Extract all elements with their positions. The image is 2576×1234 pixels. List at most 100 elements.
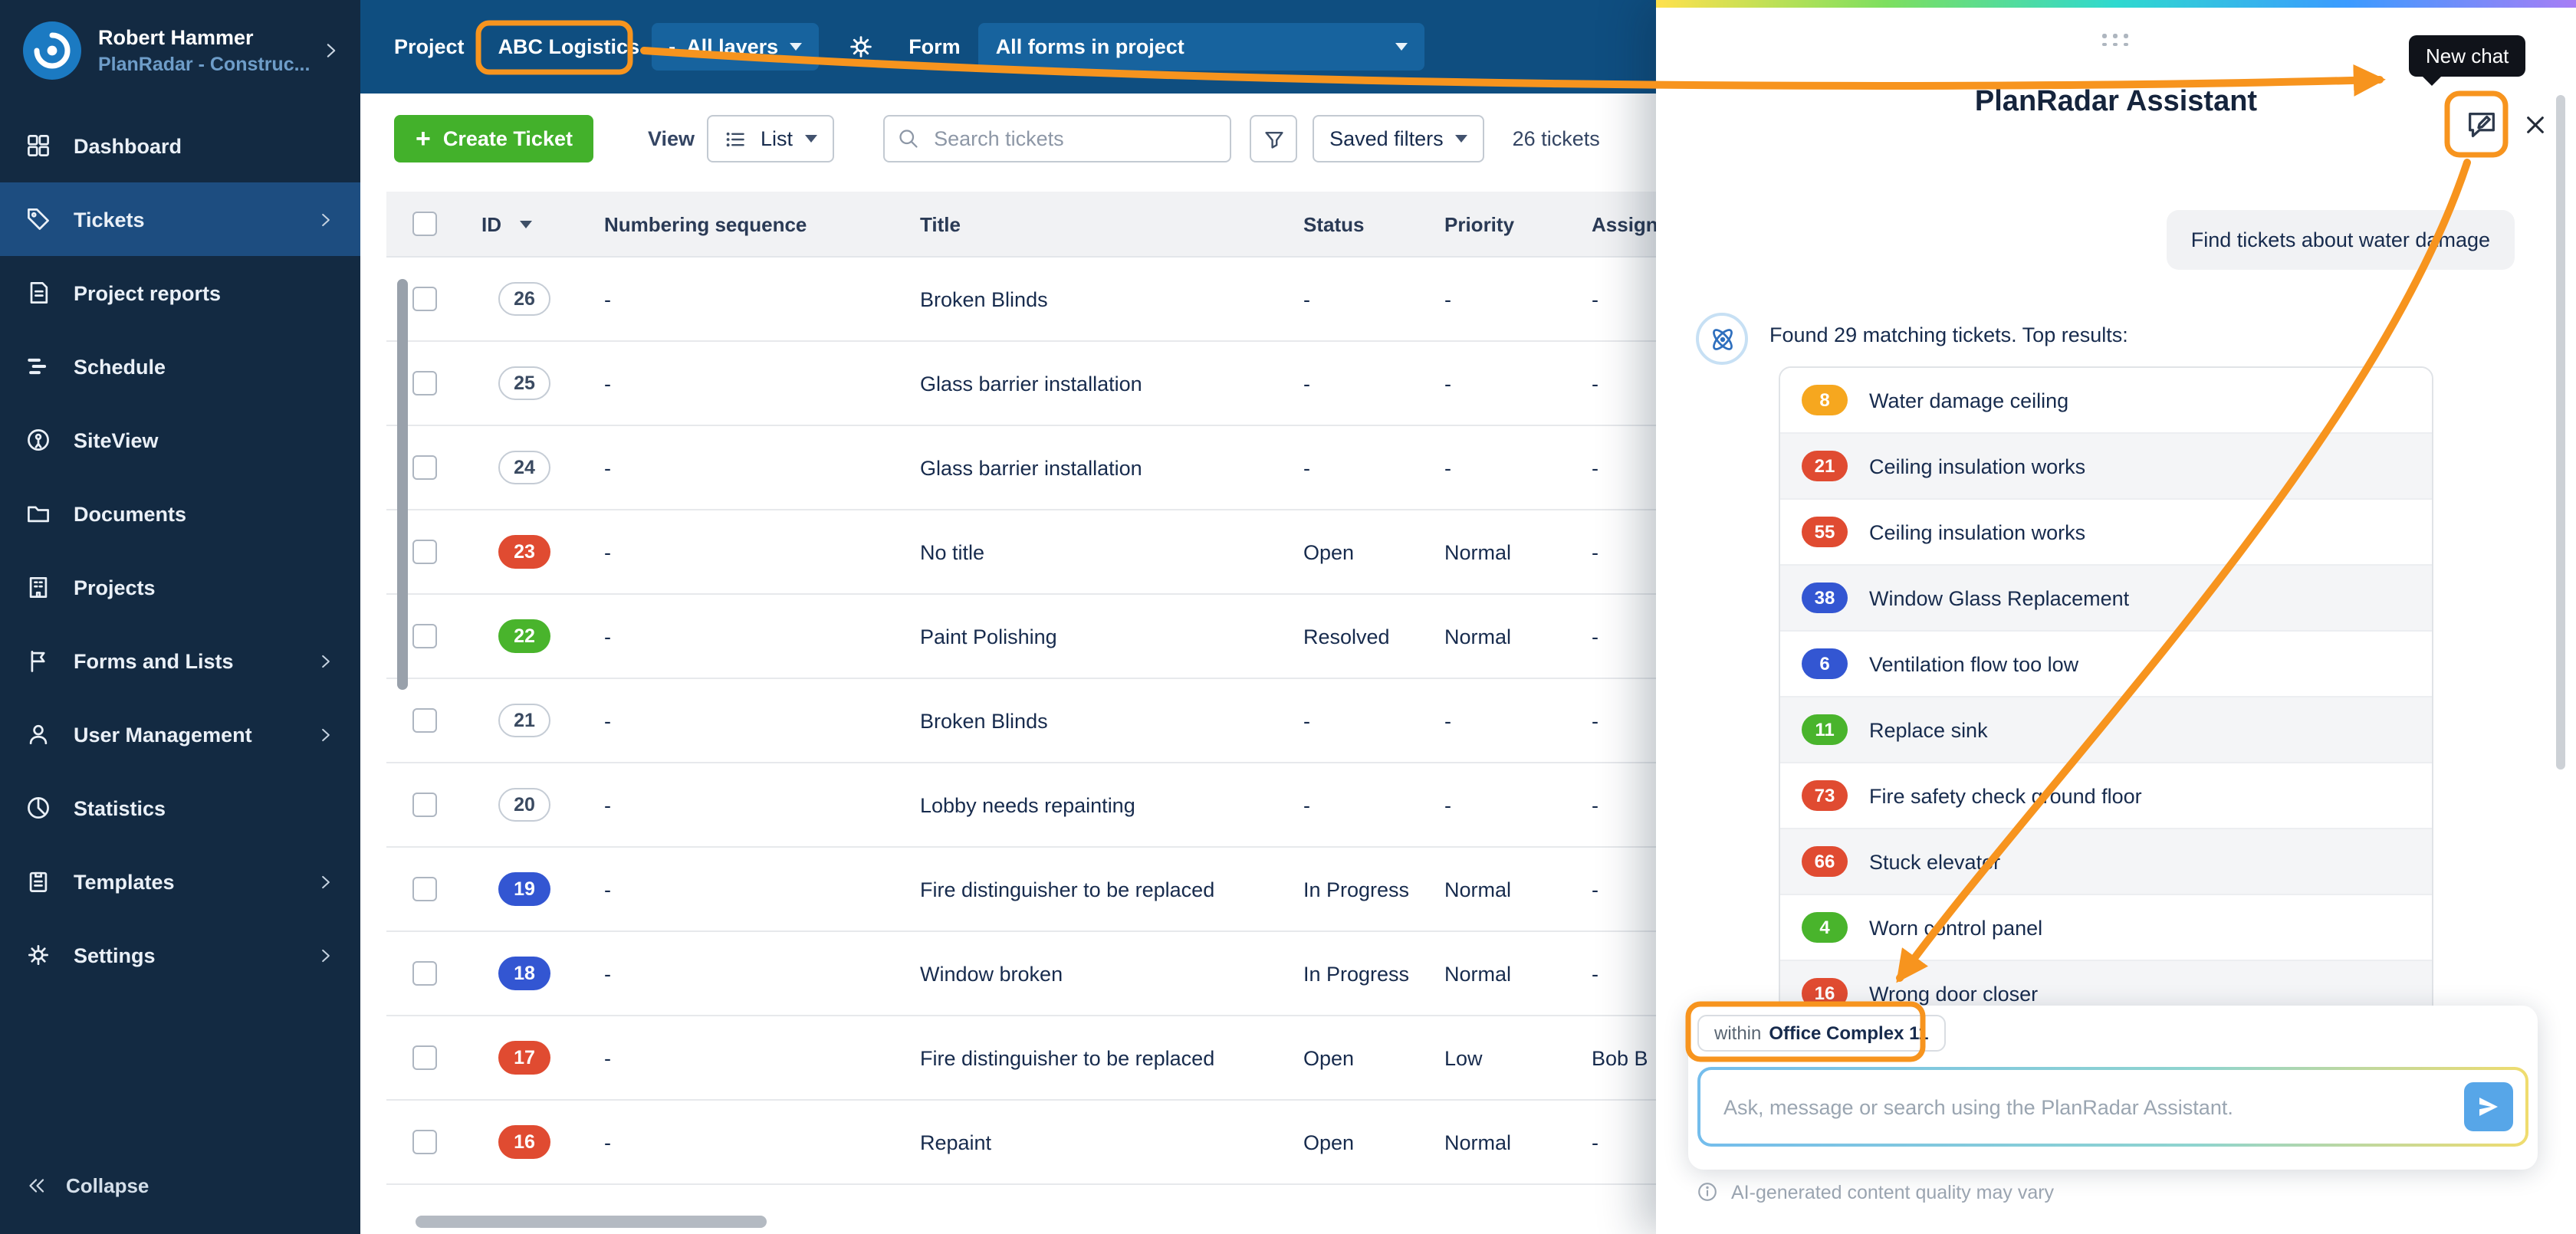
- sidebar-item-documents[interactable]: Documents: [0, 477, 360, 550]
- sidebar-item-project-reports[interactable]: Project reports: [0, 256, 360, 330]
- new-chat-button[interactable]: [2458, 101, 2504, 147]
- row-checkbox[interactable]: [412, 371, 437, 395]
- layers-value: All layers: [686, 35, 779, 58]
- sidebar-item-siteview[interactable]: SiteView: [0, 403, 360, 477]
- create-ticket-button[interactable]: + Create Ticket: [394, 115, 594, 162]
- ticket-count: 26 tickets: [1512, 127, 1600, 150]
- status-cell: In Progress: [1303, 962, 1410, 985]
- result-item[interactable]: 11 Replace sink: [1780, 697, 2432, 763]
- assistant-input-box: [1700, 1070, 2525, 1144]
- numbering-cell: -: [604, 709, 611, 732]
- sidebar-collapse-button[interactable]: Collapse: [0, 1151, 173, 1219]
- row-checkbox[interactable]: [412, 793, 437, 817]
- sidebar-item-statistics[interactable]: Statistics: [0, 771, 360, 845]
- assistant-input[interactable]: [1720, 1094, 2452, 1120]
- numbering-cell: -: [604, 878, 611, 901]
- result-item[interactable]: 38 Window Glass Replacement: [1780, 566, 2432, 632]
- project-label: Project: [394, 35, 465, 58]
- ticket-id-badge: 19: [498, 872, 550, 906]
- form-dropdown[interactable]: All forms in project: [978, 23, 1425, 71]
- result-item[interactable]: 73 Fire safety check ground floor: [1780, 763, 2432, 829]
- assistant-footer: AI-generated content quality may vary: [1696, 1180, 2054, 1203]
- row-checkbox[interactable]: [412, 877, 437, 901]
- result-item[interactable]: 8 Water damage ceiling: [1780, 368, 2432, 434]
- saved-filters-dropdown[interactable]: Saved filters: [1313, 115, 1485, 162]
- send-button[interactable]: [2464, 1082, 2513, 1131]
- numbering-cell: -: [604, 540, 611, 563]
- result-item[interactable]: 55 Ceiling insulation works: [1780, 500, 2432, 566]
- title-cell: Glass barrier installation: [920, 372, 1142, 395]
- row-checkbox[interactable]: [412, 455, 437, 480]
- assistant-results-list: 8 Water damage ceiling 21 Ceiling insulati…: [1779, 366, 2433, 1026]
- result-id-badge: 73: [1802, 780, 1848, 811]
- chevron-right-icon: [322, 875, 330, 888]
- project-selector[interactable]: ABC Logistics: [486, 25, 652, 69]
- ticket-id-badge: 26: [498, 282, 550, 316]
- select-all-checkbox[interactable]: [412, 212, 437, 236]
- title-cell: Window broken: [920, 962, 1063, 985]
- user-name: Robert Hammer: [98, 26, 254, 49]
- column-header-numbering[interactable]: Numbering sequence: [586, 212, 902, 235]
- gear-icon: [849, 36, 871, 57]
- result-item[interactable]: 21 Ceiling insulation works: [1780, 434, 2432, 500]
- row-checkbox[interactable]: [412, 1130, 437, 1154]
- column-header-priority[interactable]: Priority: [1426, 212, 1573, 235]
- sidebar-item-dashboard[interactable]: Dashboard: [0, 109, 360, 182]
- result-id-badge: 6: [1802, 648, 1848, 679]
- sidebar-item-user-management[interactable]: User Management: [0, 697, 360, 771]
- sidebar-item-tickets[interactable]: Tickets: [0, 182, 360, 256]
- main-vertical-scrollbar[interactable]: [397, 279, 408, 690]
- context-filter-chip[interactable]: within Office Complex 11: [1697, 1015, 1946, 1052]
- title-cell: No title: [920, 540, 985, 563]
- layers-dropdown[interactable]: - All layers: [652, 23, 819, 71]
- workspace-name: PlanRadar - Construc...: [98, 54, 310, 75]
- result-id-badge: 55: [1802, 517, 1848, 547]
- status-cell: -: [1303, 372, 1310, 395]
- search-icon: [899, 130, 918, 148]
- id-header-label: ID: [481, 212, 501, 235]
- main-horizontal-scrollbar[interactable]: [416, 1216, 767, 1228]
- panel-scrollbar[interactable]: [2556, 95, 2565, 770]
- row-checkbox[interactable]: [412, 540, 437, 564]
- panel-drag-handle[interactable]: [2102, 34, 2130, 46]
- sidebar-item-forms-and-lists[interactable]: Forms and Lists: [0, 624, 360, 697]
- title-cell: Broken Blinds: [920, 287, 1048, 310]
- ticket-id-badge: 16: [498, 1125, 550, 1159]
- chip-prefix: within: [1714, 1022, 1762, 1044]
- close-panel-button[interactable]: [2515, 104, 2555, 144]
- priority-cell: -: [1444, 456, 1451, 479]
- sidebar-item-projects[interactable]: Projects: [0, 550, 360, 624]
- column-header-id[interactable]: ID: [463, 212, 586, 235]
- row-checkbox[interactable]: [412, 708, 437, 733]
- filter-button[interactable]: [1250, 115, 1298, 162]
- numbering-cell: -: [604, 1046, 611, 1069]
- numbering-cell: -: [604, 1131, 611, 1154]
- assistant-input-card: within Office Complex 11: [1688, 1006, 2538, 1170]
- status-cell: Open: [1303, 1046, 1355, 1069]
- result-item[interactable]: 4 Worn control panel: [1780, 895, 2432, 961]
- result-item[interactable]: 6 Ventilation flow too low: [1780, 632, 2432, 697]
- view-mode-dropdown[interactable]: List: [707, 115, 835, 162]
- account-switcher[interactable]: Robert Hammer PlanRadar - Construc...: [0, 0, 360, 97]
- plus-icon: +: [416, 124, 431, 153]
- sidebar-item-label: Templates: [74, 870, 175, 893]
- result-id-badge: 66: [1802, 846, 1848, 877]
- search-input[interactable]: [931, 126, 1218, 152]
- row-checkbox[interactable]: [412, 287, 437, 311]
- sidebar-item-settings[interactable]: Settings: [0, 918, 360, 992]
- chevron-down-icon: [1455, 135, 1468, 143]
- sidebar-item-templates[interactable]: Templates: [0, 845, 360, 918]
- result-id-badge: 11: [1802, 714, 1848, 745]
- row-checkbox[interactable]: [412, 624, 437, 648]
- priority-cell: -: [1444, 709, 1451, 732]
- result-item[interactable]: 66 Stuck elevator: [1780, 829, 2432, 895]
- layer-settings-gear-button[interactable]: [846, 32, 875, 61]
- sidebar-item-schedule[interactable]: Schedule: [0, 330, 360, 403]
- column-header-title[interactable]: Title: [902, 212, 1285, 235]
- column-header-status[interactable]: Status: [1285, 212, 1426, 235]
- title-cell: Broken Blinds: [920, 709, 1048, 732]
- row-checkbox[interactable]: [412, 1045, 437, 1070]
- status-cell: Resolved: [1303, 625, 1390, 648]
- row-checkbox[interactable]: [412, 961, 437, 986]
- planradar-assistant-panel: PlanRadar Assistant Find tickets about w…: [1656, 0, 2576, 1234]
